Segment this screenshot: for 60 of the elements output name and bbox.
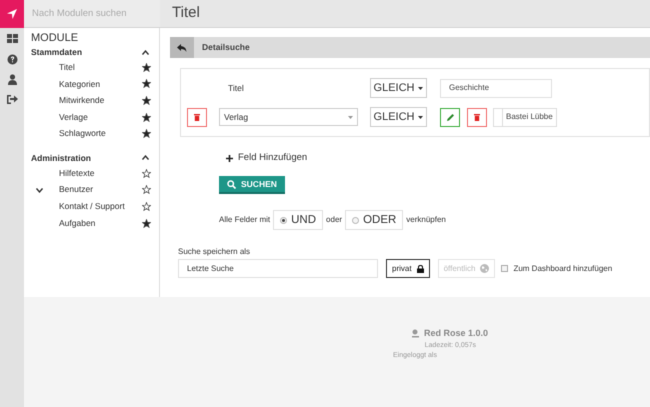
combine-label: verknüpfen bbox=[406, 214, 446, 226]
delete-button[interactable] bbox=[187, 108, 207, 126]
radio-option[interactable]: UND bbox=[273, 210, 324, 230]
sidebar-group-header[interactable]: Administration bbox=[24, 150, 159, 165]
pencil-icon bbox=[446, 114, 454, 120]
navigation-arrow-icon bbox=[6, 8, 18, 20]
sidebar-item[interactable]: Mitwirkende bbox=[24, 92, 159, 109]
user-icon bbox=[6, 74, 18, 84]
rose-logo-icon bbox=[410, 329, 420, 338]
caret-icon bbox=[418, 116, 424, 118]
back-arrow-icon bbox=[177, 44, 187, 52]
caret-icon bbox=[418, 86, 424, 90]
field-label: Titel bbox=[228, 82, 245, 94]
value-field[interactable]: Bastei Lübbe bbox=[493, 108, 557, 126]
sidebar-group-header[interactable]: Stammdaten bbox=[24, 45, 159, 59]
field-dropdown[interactable]: Verlag bbox=[219, 108, 358, 126]
panel-title: Detailsuche bbox=[202, 41, 250, 54]
save-label: Suche speichern als bbox=[178, 246, 252, 258]
trash-icon bbox=[474, 114, 480, 120]
combine-label: oder bbox=[326, 214, 342, 226]
sidebar-item[interactable]: Kontakt / Support bbox=[24, 198, 159, 215]
globe-icon bbox=[480, 264, 490, 274]
delete-button[interactable] bbox=[467, 108, 487, 126]
sidebar-item[interactable]: Schlagworte bbox=[24, 125, 159, 142]
sidebar-title: MODULE bbox=[30, 32, 80, 45]
sidebar-item[interactable]: Kategorien bbox=[24, 76, 159, 92]
sidebar-item[interactable]: Verlage bbox=[24, 108, 159, 126]
radio-button[interactable] bbox=[352, 216, 360, 224]
plus-icon bbox=[226, 154, 233, 162]
rail-button[interactable] bbox=[4, 92, 20, 106]
search-icon bbox=[227, 180, 236, 189]
radio-option[interactable]: ODER bbox=[345, 210, 404, 230]
search-field[interactable]: Nach Modulen suchen bbox=[24, 0, 160, 27]
page-title: Titel bbox=[172, 3, 200, 24]
add-field-link[interactable]: Feld Hinzufügen bbox=[238, 151, 308, 166]
help-icon bbox=[6, 54, 18, 64]
edit-button[interactable] bbox=[440, 108, 460, 126]
dashboard-checkbox-option[interactable]: Zum Dashboard hinzufügen bbox=[501, 262, 612, 275]
back-button[interactable] bbox=[170, 37, 194, 58]
lock-icon bbox=[416, 264, 424, 273]
sidebar-item[interactable]: Hilfetexte bbox=[24, 164, 159, 182]
value-field[interactable]: Geschichte bbox=[440, 78, 552, 98]
logout-icon bbox=[6, 94, 18, 104]
trash-icon bbox=[194, 114, 200, 120]
rail-button[interactable] bbox=[4, 32, 20, 46]
combine-label: Alle Felder mit bbox=[219, 214, 270, 226]
checkbox[interactable] bbox=[501, 265, 508, 272]
navigation-button[interactable] bbox=[0, 0, 24, 28]
save-name-field[interactable]: Letzte Suche bbox=[178, 259, 378, 278]
visibility-button[interactable]: privat bbox=[386, 259, 430, 278]
caret-icon bbox=[348, 116, 353, 118]
product-version: Red Rose 1.0.0 bbox=[424, 327, 488, 340]
search-button[interactable]: SUCHEN bbox=[219, 176, 285, 194]
sidebar-item[interactable]: Benutzer bbox=[24, 182, 159, 198]
dashboard-icon bbox=[6, 34, 18, 44]
operator-dropdown[interactable]: GLEICH bbox=[370, 107, 427, 127]
sidebar-item[interactable]: Aufgaben bbox=[24, 214, 159, 232]
operator-dropdown[interactable]: GLEICH bbox=[370, 78, 427, 98]
radio-button[interactable] bbox=[280, 216, 288, 224]
sidebar-item[interactable]: Titel bbox=[24, 59, 159, 76]
